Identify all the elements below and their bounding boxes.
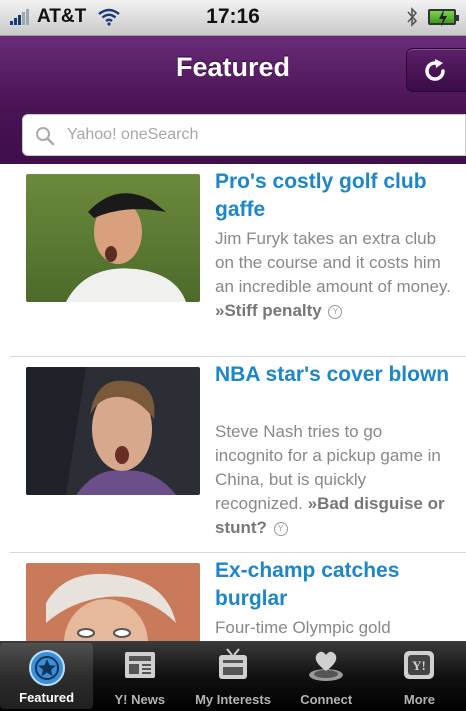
article-item[interactable]: Pro's costly golf club gaffe Jim Furyk t… (10, 164, 466, 357)
article-thumbnail[interactable] (26, 367, 200, 495)
connect-icon (309, 651, 344, 681)
search-placeholder: Yahoo! oneSearch (67, 126, 199, 143)
yahoo-icon: Y! (404, 651, 435, 679)
article-thumbnail[interactable] (26, 563, 200, 641)
search-icon (36, 127, 55, 146)
article-thumbnail[interactable] (26, 174, 200, 302)
search-input[interactable]: Yahoo! oneSearch (22, 114, 466, 156)
tab-y-news[interactable]: Y! News (93, 641, 186, 711)
article-summary-text: Jim Furyk takes an extra club on the cou… (215, 229, 451, 296)
search-bar: Yahoo! oneSearch (0, 104, 466, 164)
star-icon (28, 650, 65, 686)
article-more-link[interactable]: »Stiff penalty (215, 301, 322, 320)
status-bar: AT&T 17:16 (0, 0, 466, 36)
tab-label: More (403, 692, 435, 707)
article-headline[interactable]: Pro's costly golf club gaffe (215, 168, 455, 224)
tab-connect[interactable]: Connect (280, 641, 373, 711)
svg-text:Y!: Y! (413, 658, 427, 673)
article-item[interactable]: Ex-champ catches burglar Four-time Olymp… (10, 553, 466, 641)
tab-label: Y! News (114, 692, 166, 707)
bluetooth-icon (407, 7, 418, 27)
navigation-bar: Featured (0, 36, 466, 104)
tv-icon (219, 648, 247, 679)
article-summary: Steve Nash tries to go incognito for a p… (215, 420, 455, 540)
yahoo-source-icon: Y (328, 304, 343, 319)
article-summary: Four-time Olympic gold (215, 616, 455, 640)
refresh-button[interactable] (406, 48, 466, 92)
tab-my-interests[interactable]: My Interests (186, 641, 279, 711)
refresh-icon (425, 59, 445, 81)
article-item[interactable]: NBA star's cover blown Steve Nash tries … (10, 357, 466, 553)
tab-label: Connect (300, 692, 353, 707)
article-summary-text: Four-time Olympic gold (215, 618, 391, 637)
tab-featured[interactable]: Featured (0, 643, 94, 709)
article-headline[interactable]: Ex-champ catches burglar (215, 557, 455, 613)
newspaper-icon (124, 652, 155, 678)
article-headline[interactable]: NBA star's cover blown (215, 361, 455, 389)
tab-label: Featured (19, 690, 75, 705)
battery-icon (428, 9, 459, 27)
article-summary: Jim Furyk takes an extra club on the cou… (215, 227, 455, 323)
status-time: 17:16 (206, 5, 260, 28)
tab-bar: Featured Y! News My Interests Connect Y!… (0, 641, 466, 711)
tab-label: My Interests (195, 692, 271, 707)
status-right (406, 7, 459, 27)
charging-bolt-icon (439, 9, 447, 27)
page-title: Featured (175, 52, 291, 82)
tab-more[interactable]: Y! More (373, 641, 466, 711)
yahoo-source-icon: Y (273, 521, 288, 536)
